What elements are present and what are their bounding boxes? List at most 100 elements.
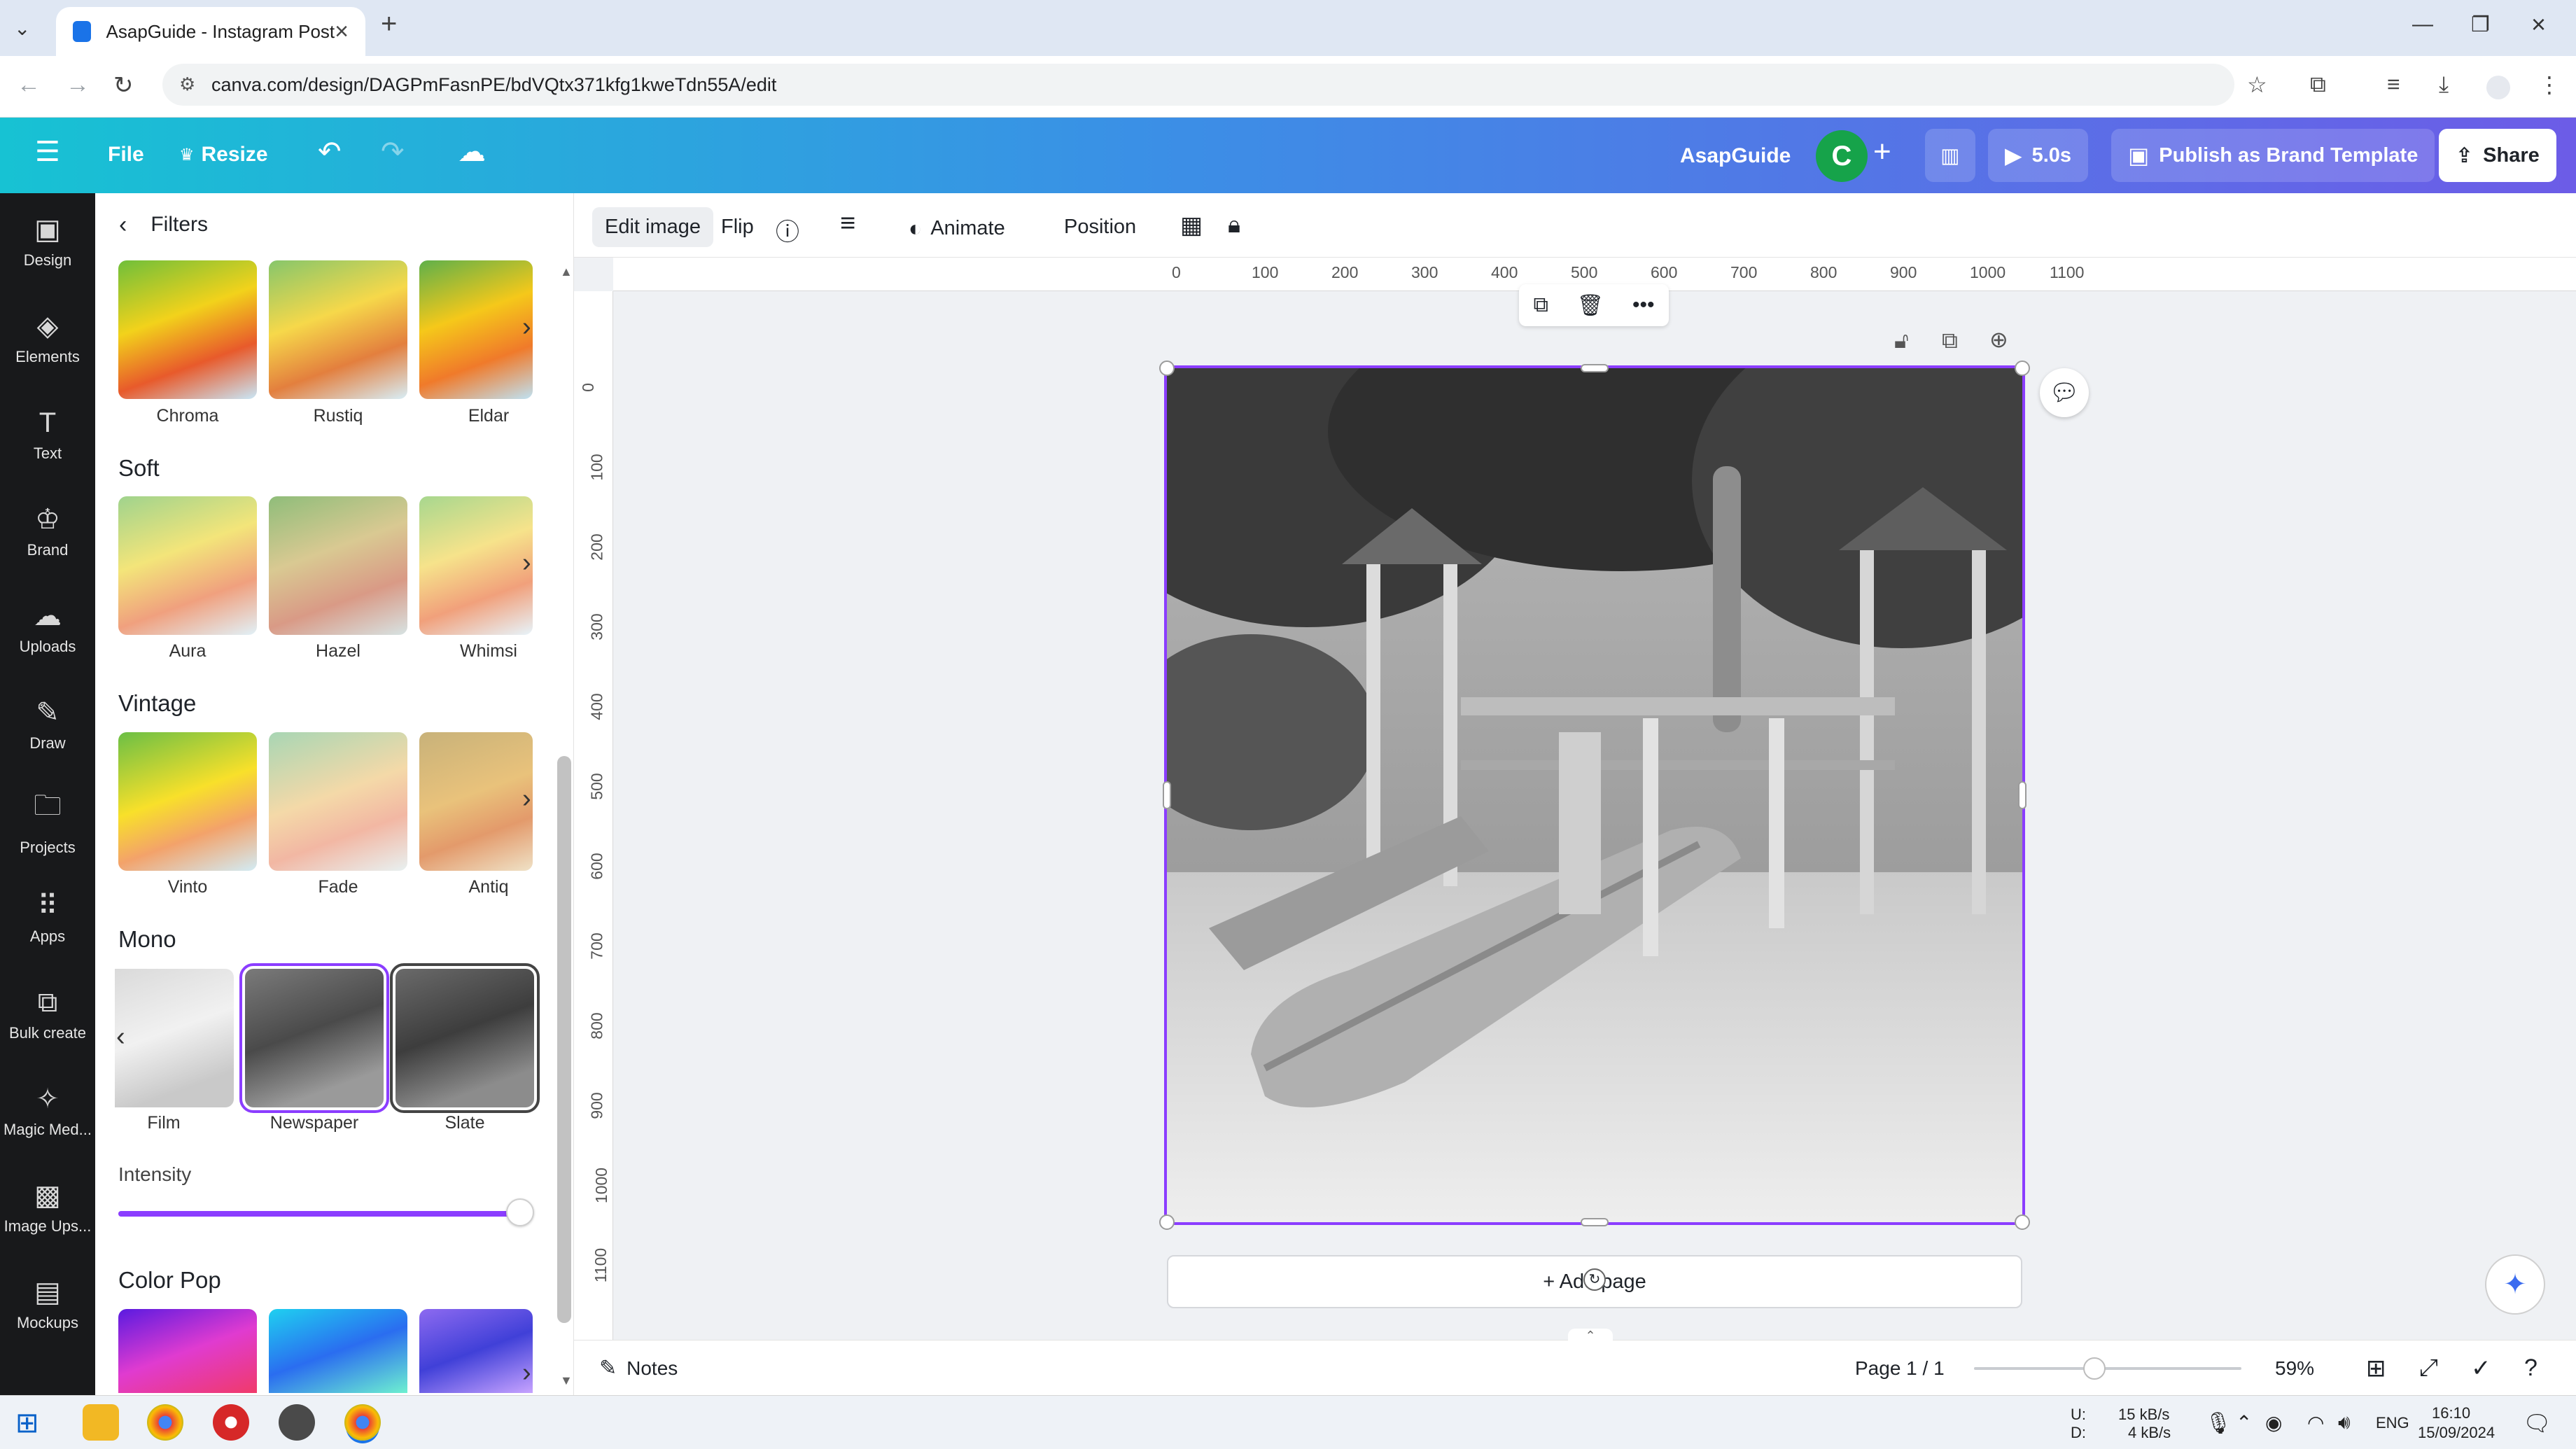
restore-icon[interactable]: ❐ — [2471, 13, 2490, 37]
window-close-icon[interactable]: × — [2531, 10, 2546, 39]
lock-icon[interactable]: 🔒︎ — [1228, 211, 1240, 239]
filter-thumb-aura[interactable] — [118, 496, 257, 635]
zoom-level[interactable]: 59% — [2275, 1357, 2314, 1380]
zoom-slider-handle[interactable] — [2082, 1357, 2106, 1380]
tray-app-icon[interactable]: ◉ — [2265, 1411, 2282, 1434]
filter-thumb-antiq[interactable] — [419, 732, 533, 871]
show-hidden-icons-icon[interactable]: ⌃ — [2236, 1411, 2252, 1434]
intensity-slider-handle[interactable] — [506, 1198, 534, 1226]
fullscreen-icon[interactable]: ⤢ — [2419, 1354, 2438, 1382]
chrome-active-icon[interactable] — [344, 1404, 381, 1441]
forward-icon[interactable]: → — [66, 71, 90, 99]
flip-button[interactable]: Flip — [721, 216, 754, 239]
filter-thumb-slate[interactable] — [390, 963, 540, 1113]
user-avatar[interactable]: C — [1816, 130, 1868, 182]
download-icon[interactable]: ⤓ — [2439, 71, 2449, 98]
filter-thumb-colorpop-2[interactable] — [269, 1309, 407, 1393]
cloud-save-icon[interactable]: ☁ — [458, 136, 486, 168]
rail-item-design[interactable]: ▣ Design — [0, 193, 95, 290]
filter-thumb-whimsi[interactable] — [419, 496, 533, 635]
duplicate-icon[interactable]: ⧉ — [1533, 293, 1548, 317]
rail-item-magic-med[interactable]: ✧ Magic Med... — [0, 1063, 95, 1159]
clock-date[interactable]: 15/09/2024 — [2418, 1424, 2495, 1442]
undo-icon[interactable]: ↶ — [318, 136, 342, 168]
notes-button[interactable]: ✎ Notes — [599, 1356, 678, 1380]
file-explorer-icon[interactable] — [83, 1404, 119, 1441]
row-next-chevron-icon[interactable]: › — [522, 312, 531, 342]
page-indicator[interactable]: Page 1 / 1 — [1855, 1357, 1945, 1380]
filter-thumb-colorpop-3[interactable] — [419, 1309, 533, 1393]
filter-thumb-chroma[interactable] — [118, 260, 257, 399]
extensions-icon[interactable]: ⧉ — [2310, 71, 2326, 98]
rail-item-mockups[interactable]: ▤ Mockups — [0, 1256, 95, 1352]
border-style-icon[interactable]: ≡ — [840, 209, 855, 239]
clock-time[interactable]: 16:10 — [2432, 1404, 2470, 1422]
transparency-icon[interactable]: ▦ — [1180, 211, 1203, 239]
rail-item-uploads[interactable]: ☁ Uploads — [0, 580, 95, 676]
redo-icon[interactable]: ↷ — [381, 136, 405, 168]
resize-handle-top-left[interactable] — [1159, 360, 1175, 376]
url-field[interactable]: ⚙ canva.com/design/DAGPmFasnPE/bdVQtx371… — [162, 64, 2234, 106]
main-menu-icon[interactable]: ☰ — [35, 136, 60, 168]
rail-item-image-ups[interactable]: ▩ Image Ups... — [0, 1159, 95, 1256]
row-next-chevron-icon[interactable]: › — [522, 1358, 531, 1388]
magic-assistant-icon[interactable]: ✦ — [2485, 1254, 2545, 1315]
share-button[interactable]: ⇪ Share — [2439, 129, 2556, 182]
selected-image[interactable] — [1164, 365, 2025, 1225]
bookmark-star-icon[interactable]: ☆ — [2247, 71, 2267, 98]
windows-start-icon[interactable]: ⊞ — [15, 1407, 39, 1439]
volume-icon[interactable]: 🔊︎ — [2338, 1411, 2351, 1434]
insights-chart-icon[interactable]: ▥ — [1925, 129, 1975, 182]
present-play-button[interactable]: ▶ 5.0s — [1988, 129, 2089, 182]
filter-thumb-vinto[interactable] — [118, 732, 257, 871]
chrome-icon[interactable] — [147, 1404, 183, 1441]
filter-thumb-newspaper[interactable] — [239, 963, 389, 1113]
rail-item-bulk-create[interactable]: ⧉ Bulk create — [0, 966, 95, 1063]
filter-thumb-film[interactable] — [115, 969, 234, 1107]
rail-item-brand[interactable]: ♔ Brand — [0, 483, 95, 580]
tab-search-icon[interactable]: ⌄ — [14, 17, 30, 40]
page-duplicate-icon[interactable]: ⧉ — [1942, 328, 1958, 354]
page-lock-icon[interactable]: 🔓︎ — [1894, 328, 1909, 354]
row-prev-chevron-icon[interactable]: ‹ — [116, 1022, 125, 1052]
zoom-slider[interactable] — [1974, 1357, 2241, 1380]
rail-item-elements[interactable]: ◈ Elements — [0, 290, 95, 386]
resize-handle-top[interactable] — [1581, 364, 1609, 372]
profile-avatar[interactable] — [2486, 76, 2510, 99]
site-info-icon[interactable]: ⚙ — [179, 74, 195, 95]
invite-plus-icon[interactable]: + — [1873, 134, 1891, 169]
edit-image-button[interactable]: Edit image — [592, 207, 714, 247]
scroll-down-arrow-icon[interactable]: ▼ — [560, 1373, 573, 1388]
row-next-chevron-icon[interactable]: › — [522, 784, 531, 814]
media-controls-icon[interactable]: ≡ — [2387, 71, 2400, 97]
rail-item-draw[interactable]: ✎ Draw — [0, 676, 95, 773]
publish-brand-template-button[interactable]: ▣ Publish as Brand Template — [2111, 129, 2435, 182]
microphone-icon[interactable]: 🎙︎ — [2205, 1411, 2232, 1436]
help-icon[interactable]: ? — [2524, 1354, 2538, 1382]
position-button[interactable]: Position — [1064, 216, 1136, 239]
grid-view-icon[interactable]: ⊞ — [2366, 1354, 2386, 1382]
resize-handle-right[interactable] — [2018, 781, 2026, 809]
obs-icon[interactable] — [279, 1404, 315, 1441]
resize-button[interactable]: ♛ Resize — [179, 143, 268, 167]
collapse-pages-icon[interactable]: ⌃ — [1568, 1329, 1613, 1343]
wifi-icon[interactable]: ◠ — [2307, 1411, 2324, 1434]
rail-item-text[interactable]: T Text — [0, 386, 95, 483]
resize-handle-left[interactable] — [1163, 781, 1171, 809]
resize-handle-bottom[interactable] — [1581, 1218, 1609, 1226]
browser-tab[interactable]: AsapGuide - Instagram Post × — [56, 7, 365, 56]
more-options-icon[interactable]: ••• — [1632, 293, 1655, 317]
delete-icon[interactable]: 🗑︎ — [1577, 293, 1604, 318]
filter-thumb-colorpop-1[interactable] — [118, 1309, 257, 1393]
new-tab-button[interactable]: + — [381, 8, 397, 40]
rail-item-apps[interactable]: ⠿ Apps — [0, 869, 95, 966]
input-language[interactable]: ENG — [2376, 1414, 2409, 1432]
notifications-icon[interactable]: 🗨︎ — [2523, 1410, 2552, 1436]
back-chevron-icon[interactable]: ‹ — [119, 211, 127, 239]
row-next-chevron-icon[interactable]: › — [522, 548, 531, 578]
minimize-icon[interactable]: — — [2412, 13, 2433, 36]
rail-item-projects[interactable]: 🗀 Projects — [0, 773, 95, 869]
check-icon[interactable]: ✓ — [2471, 1354, 2491, 1382]
resize-handle-bottom-right[interactable] — [2015, 1214, 2030, 1230]
intensity-slider[interactable] — [118, 1198, 534, 1226]
